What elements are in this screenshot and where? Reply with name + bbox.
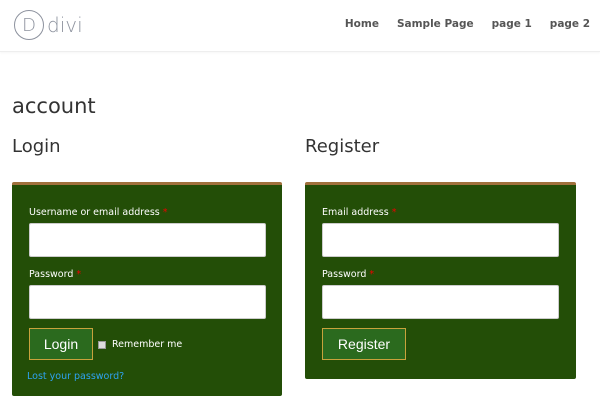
lost-password-link[interactable]: Lost your password?	[27, 371, 124, 382]
page-title: account	[12, 94, 96, 118]
register-form: Email address * Password * Register	[305, 182, 576, 379]
remember-me-checkbox[interactable]	[98, 341, 106, 349]
logo-text: divi	[47, 13, 83, 37]
nav-page-2[interactable]: page 2	[550, 18, 590, 30]
register-password-input[interactable]	[322, 285, 559, 319]
register-heading: Register	[305, 136, 380, 157]
logo-icon: D	[14, 10, 44, 40]
register-button[interactable]: Register	[322, 328, 406, 360]
main-nav: Home Sample Page page 1 page 2	[345, 18, 590, 30]
username-input[interactable]	[29, 223, 266, 257]
password-label: Password *	[29, 269, 82, 280]
password-input[interactable]	[29, 285, 266, 319]
email-input[interactable]	[322, 223, 559, 257]
divi-logo[interactable]: D divi	[14, 10, 83, 40]
login-heading: Login	[12, 136, 61, 157]
nav-sample-page[interactable]: Sample Page	[397, 18, 474, 30]
register-password-label: Password *	[322, 269, 375, 280]
email-label: Email address *	[322, 207, 397, 218]
username-label: Username or email address *	[29, 207, 168, 218]
nav-page-1[interactable]: page 1	[492, 18, 532, 30]
login-form: Username or email address * Password * L…	[12, 182, 282, 396]
nav-home[interactable]: Home	[345, 18, 379, 30]
remember-me-label: Remember me	[112, 339, 183, 350]
site-header: D divi Home Sample Page page 1 page 2	[0, 0, 600, 52]
login-button[interactable]: Login	[29, 328, 93, 360]
